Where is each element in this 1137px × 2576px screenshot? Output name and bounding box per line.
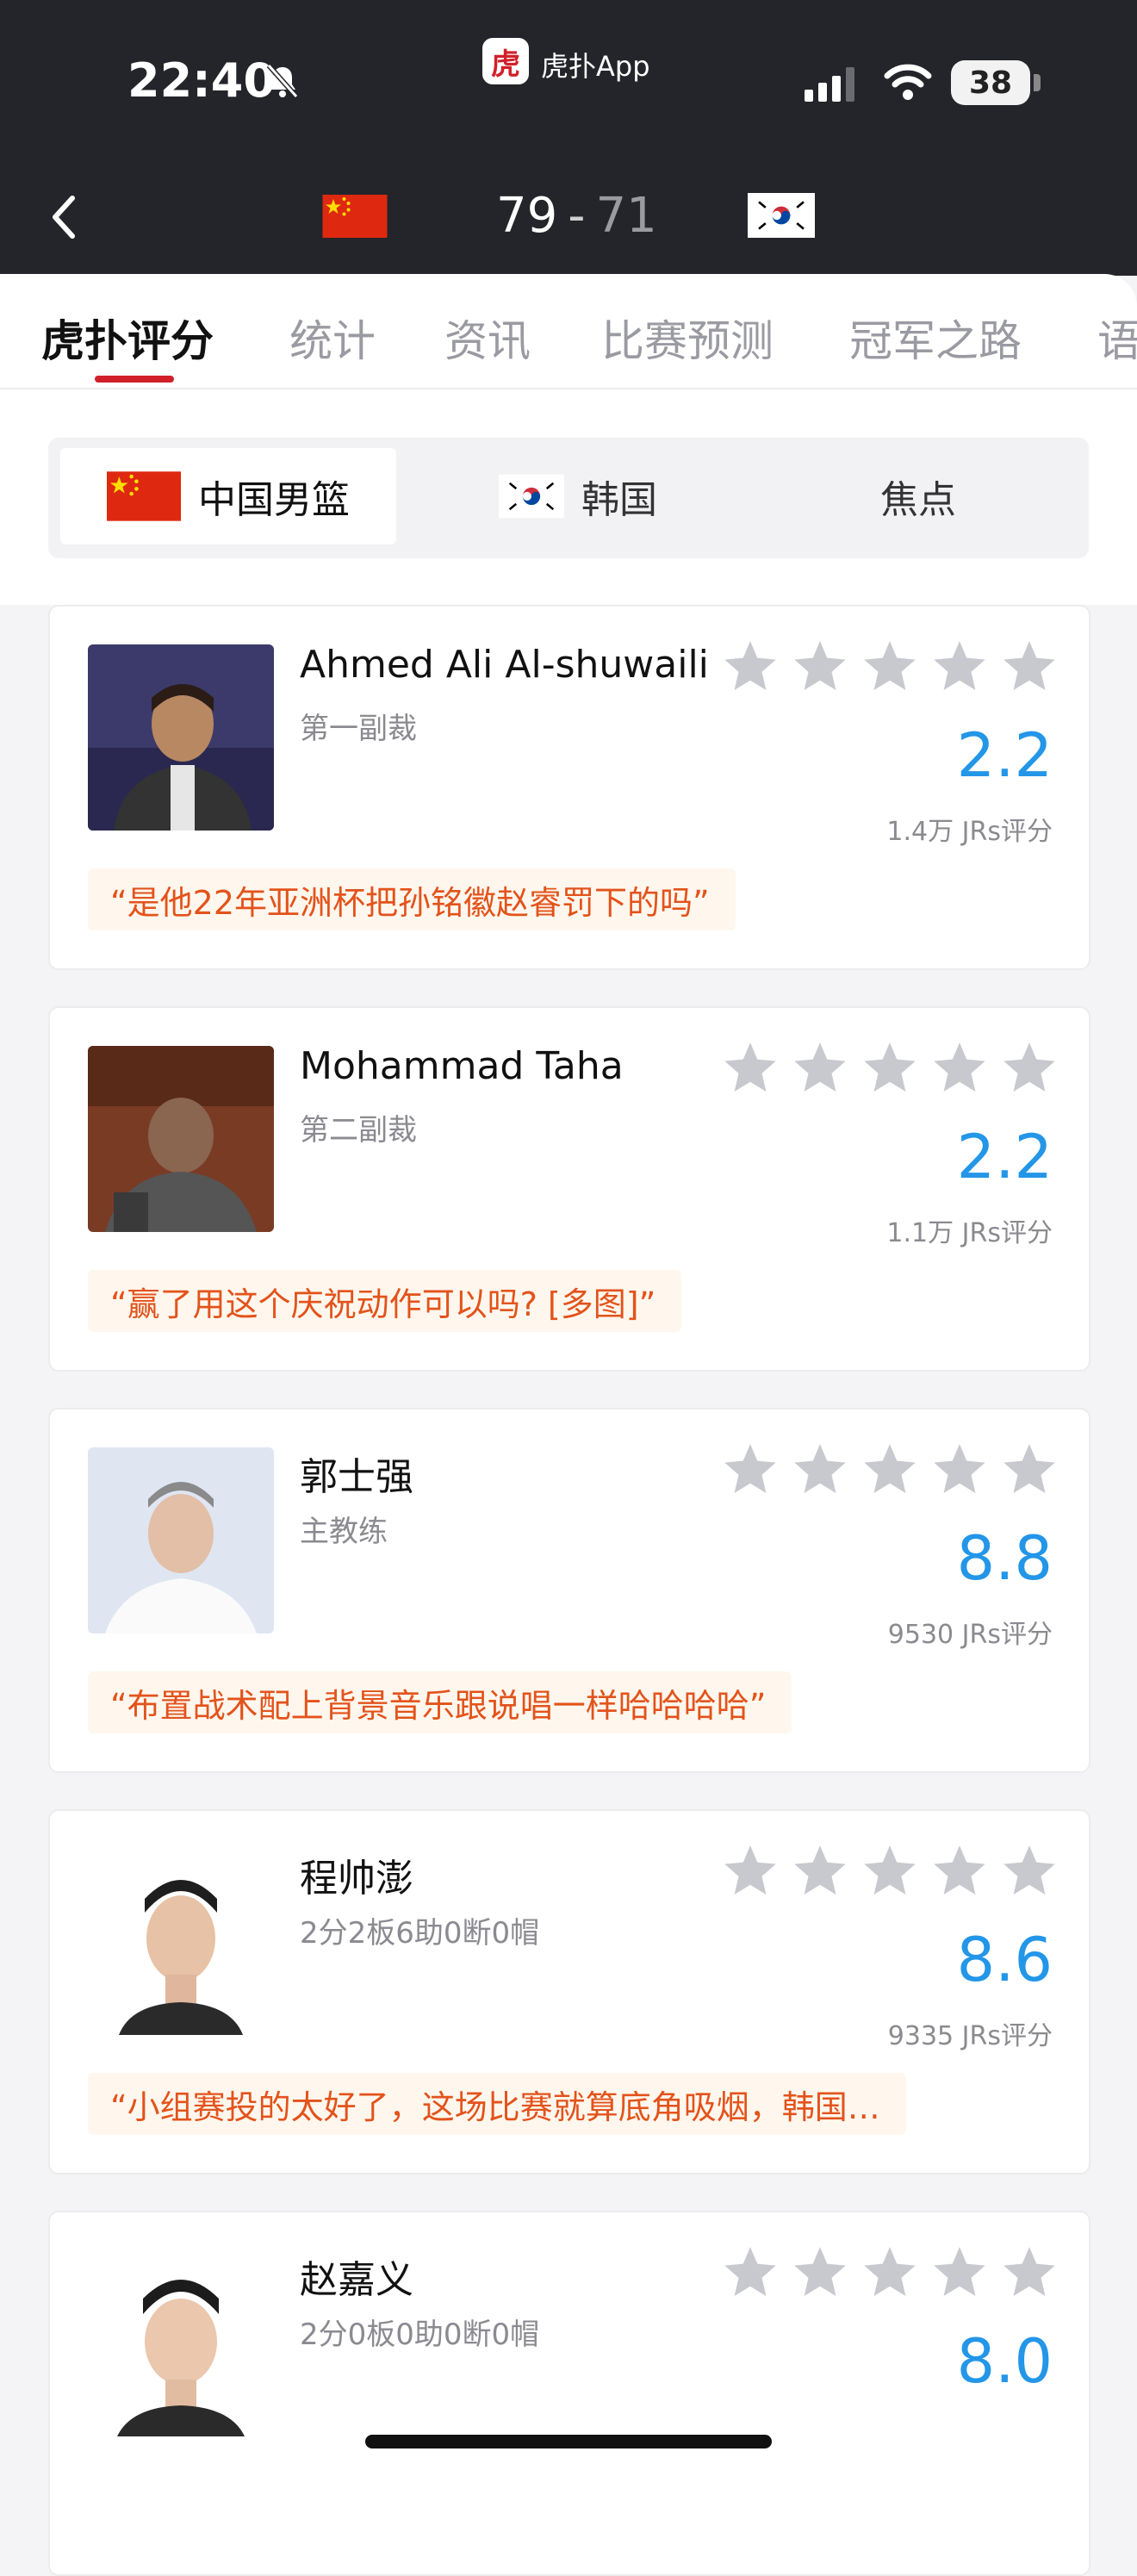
hot-comment[interactable]: “赢了用这个庆祝动作可以吗? [多图]” [88, 1270, 682, 1332]
star-rating-input[interactable] [722, 2243, 1058, 2300]
rating-score: 2.2 [956, 720, 1053, 791]
rating-score: 8.8 [956, 1523, 1053, 1594]
person-name: 郭士强 [300, 1455, 413, 1499]
person-role: 主教练 [300, 1515, 388, 1549]
star-icon[interactable] [931, 2243, 988, 2300]
chevron-left-icon[interactable] [48, 193, 79, 241]
rating-score: 8.6 [956, 1925, 1053, 1995]
star-icon[interactable] [792, 1842, 848, 1899]
tab-news[interactable]: 资讯 [444, 307, 531, 369]
avatar [88, 644, 274, 831]
person-name: 程帅澎 [300, 1857, 413, 1901]
avatar [88, 2250, 274, 2436]
rating-card[interactable]: Ahmed Ali Al-shuwaili 第一副裁 2.2 1.4万 JRs评… [48, 605, 1090, 970]
cellular-signal-icon [805, 67, 854, 102]
star-icon[interactable] [861, 1440, 918, 1497]
rating-card[interactable]: 赵嘉义 2分0板0助0断0帽 8.0 [48, 2211, 1090, 2576]
hot-comment[interactable]: “小组赛投的太好了，这场比赛就算底角吸烟，韩国… [88, 2073, 906, 2135]
rating-card[interactable]: 程帅澎 2分2板6助0断0帽 8.6 9335 JRs评分 “小组赛投的太好了，… [48, 1809, 1090, 2175]
avatar [88, 1046, 274, 1232]
star-icon[interactable] [931, 1842, 988, 1899]
wifi-icon [884, 64, 932, 100]
team-option-label: 韩国 [581, 478, 657, 522]
person-name: Mohammad Taha [300, 1044, 624, 1088]
battery-indicator: 38 [951, 60, 1030, 105]
hot-comment[interactable]: “是他22年亚洲杯把孙铭徽赵睿罚下的吗” [88, 868, 736, 930]
home-indicator[interactable] [365, 2435, 772, 2448]
star-icon[interactable] [1001, 1842, 1058, 1899]
status-time: 22:40 [127, 53, 276, 108]
star-icon[interactable] [861, 1842, 918, 1899]
star-icon[interactable] [931, 638, 988, 694]
rating-count: 9530 JRs评分 [887, 1620, 1053, 1650]
player-stats: 2分2板6助0断0帽 [300, 1916, 540, 1951]
star-icon[interactable] [722, 1440, 779, 1497]
star-icon[interactable] [722, 1842, 779, 1899]
star-icon[interactable] [1001, 1440, 1058, 1497]
star-icon[interactable] [722, 1039, 779, 1096]
star-icon[interactable] [792, 1039, 848, 1096]
team-option-china[interactable]: 中国男篮 [60, 448, 396, 544]
header: 22:40 虎 虎扑App 38 79-71 [0, 0, 1137, 276]
star-icon[interactable] [792, 1440, 848, 1497]
star-icon[interactable] [931, 1440, 988, 1497]
tab-champion-road[interactable]: 冠军之路 [849, 307, 1022, 369]
rating-card[interactable]: Mohammad Taha 第二副裁 2.2 1.1万 JRs评分 “赢了用这个… [48, 1006, 1090, 1372]
avatar [88, 1849, 274, 2035]
home-score: 79 [496, 188, 558, 244]
star-icon[interactable] [1001, 638, 1058, 694]
korea-flag-icon [748, 193, 815, 238]
active-tab-indicator [95, 376, 174, 383]
star-rating-input[interactable] [722, 638, 1058, 694]
player-stats: 2分0板0助0断0帽 [300, 2318, 540, 2352]
rating-count: 1.1万 JRs评分 [886, 1218, 1053, 1248]
tab-hupu-rating[interactable]: 虎扑评分 [41, 307, 214, 369]
score: 79-71 [496, 188, 657, 244]
avatar [88, 1447, 274, 1633]
star-icon[interactable] [722, 638, 779, 694]
star-icon[interactable] [861, 1039, 918, 1096]
rating-card[interactable]: 郭士强 主教练 8.8 9530 JRs评分 “布置战术配上背景音乐跟说唱一样哈… [48, 1408, 1090, 1773]
tab-panel: 虎扑评分 统计 资讯 比赛预测 冠军之路 语 中国男篮 韩国 焦点 [0, 274, 1137, 605]
star-icon[interactable] [861, 638, 918, 694]
person-name: 赵嘉义 [300, 2258, 413, 2302]
hot-comment[interactable]: “布置战术配上背景音乐跟说唱一样哈哈哈哈” [88, 1671, 792, 1733]
battery-tip [1034, 74, 1041, 91]
china-flag-icon [107, 471, 181, 521]
korea-flag-icon [499, 474, 564, 519]
app-logo-icon: 虎 [482, 38, 529, 84]
rating-score: 2.2 [956, 1122, 1053, 1192]
china-flag-icon [322, 195, 388, 238]
star-icon[interactable] [792, 638, 848, 694]
team-switch: 中国男篮 韩国 焦点 [48, 438, 1089, 558]
star-icon[interactable] [861, 2243, 918, 2300]
rating-count: 9335 JRs评分 [887, 2021, 1053, 2051]
bell-slash-icon [266, 64, 299, 98]
away-score: 71 [595, 188, 657, 244]
team-option-focus[interactable]: 焦点 [755, 448, 1082, 544]
tab-more[interactable]: 语 [1097, 307, 1137, 369]
tab-bar: 虎扑评分 统计 资讯 比赛预测 冠军之路 语 [0, 274, 1137, 389]
star-icon[interactable] [1001, 2243, 1058, 2300]
tab-prediction[interactable]: 比赛预测 [601, 307, 774, 369]
team-option-label: 中国男篮 [198, 478, 350, 522]
team-option-korea[interactable]: 韩国 [410, 448, 746, 544]
star-icon[interactable] [1001, 1039, 1058, 1096]
team-option-label: 焦点 [880, 478, 956, 522]
star-icon[interactable] [722, 2243, 779, 2300]
rating-score: 8.0 [956, 2326, 1053, 2397]
star-icon[interactable] [931, 1039, 988, 1096]
star-icon[interactable] [792, 2243, 848, 2300]
tab-stats[interactable]: 统计 [289, 307, 376, 369]
person-role: 第一副裁 [300, 712, 417, 746]
person-name: Ahmed Ali Al-shuwaili [300, 643, 709, 687]
star-rating-input[interactable] [722, 1039, 1058, 1096]
app-name: 虎扑App [541, 50, 650, 83]
person-role: 第二副裁 [300, 1113, 417, 1148]
score-separator: - [568, 188, 586, 244]
star-rating-input[interactable] [722, 1440, 1058, 1497]
star-rating-input[interactable] [722, 1842, 1058, 1899]
rating-count: 1.4万 JRs评分 [886, 817, 1053, 847]
